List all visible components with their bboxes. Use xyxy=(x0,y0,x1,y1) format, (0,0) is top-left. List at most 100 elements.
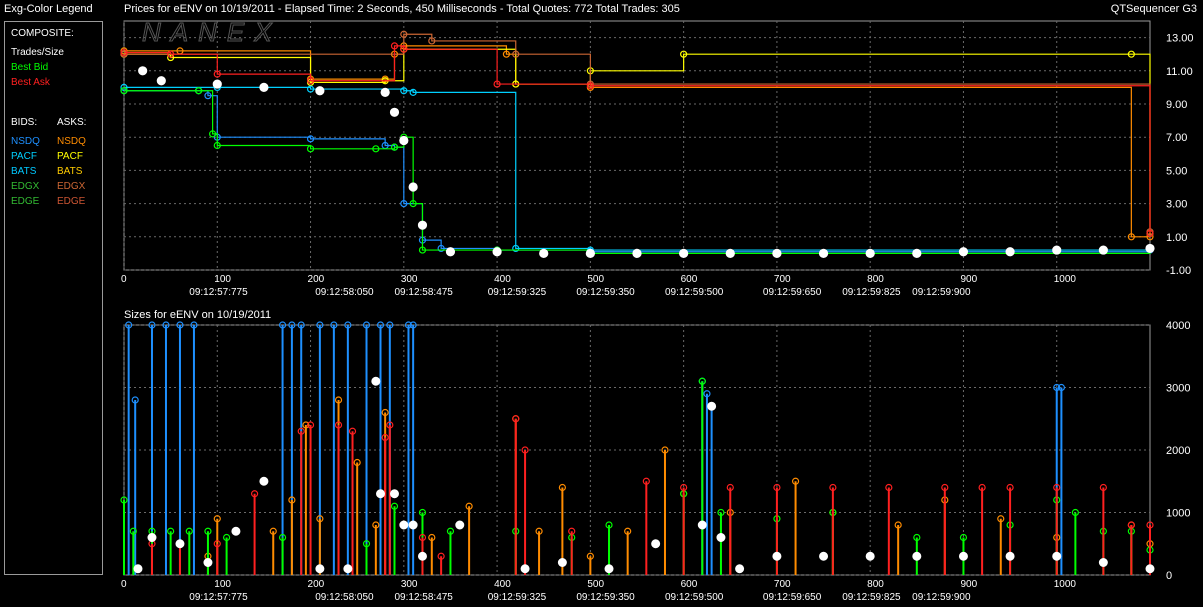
x-tick-label: 0 xyxy=(121,274,127,285)
data-point xyxy=(632,248,642,258)
size-point xyxy=(147,533,157,542)
size-point xyxy=(1145,564,1155,574)
price-chart: 13.00 11.00 9.00 7.00 5.00 3.00 1.00 -1.00 0 100 2… xyxy=(120,17,1194,298)
time-label: 09:12:58:050 xyxy=(315,592,374,603)
time-label: 09:12:59:650 xyxy=(763,287,822,298)
y-tick-label: 11.00 xyxy=(1166,66,1193,78)
size-point xyxy=(716,533,726,542)
x-tick-label: 400 xyxy=(494,579,511,590)
data-point xyxy=(585,248,595,258)
size-point xyxy=(231,526,241,536)
data-point xyxy=(539,248,549,258)
y-tick-label: 0 xyxy=(1166,570,1172,582)
x-tick-label: 200 xyxy=(308,274,325,285)
data-point xyxy=(818,248,829,258)
x-tick-label: 300 xyxy=(401,579,418,590)
time-label: 09:12:58:050 xyxy=(315,287,374,298)
size-point xyxy=(175,539,185,549)
x-tick-label: 1000 xyxy=(1054,274,1077,285)
size-point xyxy=(259,476,269,486)
x-tick-label: 200 xyxy=(308,579,325,590)
y-tick-label: 7.00 xyxy=(1166,132,1187,144)
data-point xyxy=(1098,245,1108,255)
data-point xyxy=(912,248,922,258)
data-point xyxy=(1145,243,1155,254)
time-label: 09:12:59:900 xyxy=(912,287,971,298)
size-point xyxy=(399,520,409,530)
y-tick-label: 9.00 xyxy=(1166,99,1187,111)
y-tick-label: 5.00 xyxy=(1166,165,1187,177)
y-tick-label: 1000 xyxy=(1166,508,1190,520)
x-tick-label: 700 xyxy=(774,579,791,590)
x-tick-label: 600 xyxy=(681,579,698,590)
data-point xyxy=(772,248,782,258)
data-point xyxy=(492,247,502,257)
x-tick-label: 600 xyxy=(681,274,698,285)
size-point xyxy=(1098,558,1108,567)
size-point xyxy=(203,558,213,567)
size-point xyxy=(735,564,745,574)
time-label: 09:12:59:350 xyxy=(576,592,635,603)
chart-area: 13.00 11.00 9.00 7.00 5.00 3.00 1.00 -1.00 0 100 2… xyxy=(120,17,1194,603)
data-point xyxy=(958,247,969,257)
time-label: 09:12:59:325 xyxy=(488,287,547,298)
size-point xyxy=(707,401,717,411)
x-tick-label: 900 xyxy=(960,579,977,590)
y-tick-label: 13.00 xyxy=(1166,33,1194,45)
y-tick-label: 1.00 xyxy=(1166,232,1187,244)
size-point xyxy=(958,551,968,561)
time-label: 09:12:59:900 xyxy=(912,592,971,603)
plot-frame xyxy=(123,324,1151,576)
x-tick-label: 300 xyxy=(401,274,418,285)
data-point xyxy=(389,107,400,117)
size-point xyxy=(315,564,325,574)
x-tick-label: 500 xyxy=(587,274,604,285)
x-tick-label: 1000 xyxy=(1054,579,1077,590)
size-point xyxy=(133,564,143,574)
data-point xyxy=(1005,247,1015,257)
sizes-title: Sizes for eENV on 10/19/2011 xyxy=(124,309,271,321)
data-point xyxy=(445,247,456,257)
time-label: 09:12:58:475 xyxy=(394,592,453,603)
data-point xyxy=(138,66,148,76)
size-point xyxy=(389,489,399,499)
x-tick-label: 100 xyxy=(214,579,231,590)
y-tick-label: -1.00 xyxy=(1166,265,1191,277)
size-point xyxy=(408,520,418,530)
x-tick-label: 900 xyxy=(960,274,977,285)
data-point xyxy=(259,82,269,93)
size-point xyxy=(417,551,427,561)
x-tick-label: 100 xyxy=(214,274,231,285)
data-point xyxy=(399,135,409,146)
time-label: 09:12:59:650 xyxy=(763,592,822,603)
x-tick-label: 500 xyxy=(587,579,604,590)
y-tick-label: 2000 xyxy=(1166,445,1190,457)
data-point xyxy=(156,76,166,86)
data-point xyxy=(1052,245,1062,255)
time-label: 09:12:59:500 xyxy=(665,287,724,298)
x-tick-label: 700 xyxy=(774,274,791,285)
data-point xyxy=(679,248,689,258)
y-tick-label: 3.00 xyxy=(1166,199,1187,211)
data-point xyxy=(865,248,875,258)
x-tick-label: 800 xyxy=(867,579,884,590)
size-point xyxy=(651,539,661,549)
data-point xyxy=(380,87,390,97)
size-point xyxy=(1052,551,1062,561)
time-label: 09:12:59:825 xyxy=(842,592,901,603)
x-tick-label: 400 xyxy=(494,274,511,285)
y-tick-label: 4000 xyxy=(1166,320,1190,332)
time-label: 09:12:57:775 xyxy=(189,592,248,603)
x-tick-label: 800 xyxy=(867,274,884,285)
size-point xyxy=(520,564,530,574)
data-point xyxy=(408,182,418,192)
size-point xyxy=(557,558,567,567)
size-point xyxy=(604,564,614,574)
size-point xyxy=(912,551,922,561)
size-chart: 4000 3000 2000 1000 0 0 100 200 300 400 500 600 700 8… xyxy=(120,320,1190,603)
y-tick-label: 3000 xyxy=(1166,383,1190,395)
size-point xyxy=(343,564,353,574)
size-point xyxy=(1005,551,1015,561)
size-point xyxy=(376,489,385,499)
size-point xyxy=(772,551,782,561)
